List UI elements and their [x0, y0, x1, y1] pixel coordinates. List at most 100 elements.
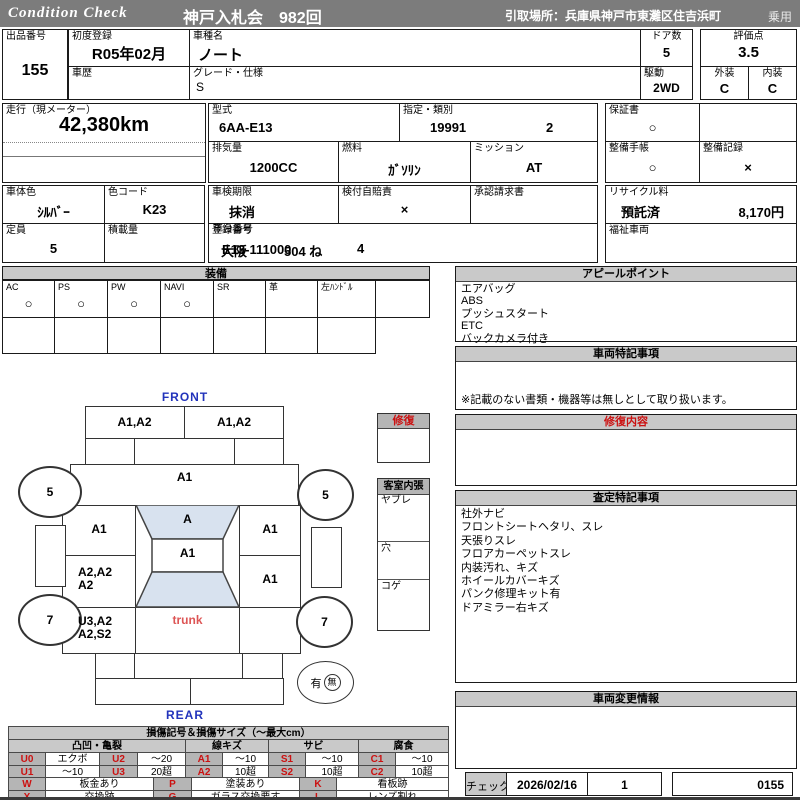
- assessment-item: 内装汚れ、キズ: [461, 561, 539, 574]
- divider: [54, 317, 55, 354]
- check-date: 2026/02/16: [516, 778, 578, 792]
- assessment-item: フロアカーペットスレ: [461, 548, 571, 561]
- drive-cell: 駆動 2WD: [640, 66, 693, 100]
- doors-value: 5: [662, 45, 671, 60]
- history-label: 車歴: [72, 68, 92, 79]
- insurance-cell: 検付自賠責 ×: [338, 185, 471, 224]
- equipment-label: NAVI: [164, 282, 185, 292]
- class-number-label: 指定・類別: [403, 105, 453, 116]
- cabin-row-label: ヤブレ: [381, 495, 411, 506]
- equipment-label: 左ﾊﾝﾄﾞﾙ: [321, 282, 353, 292]
- legend-group-corrosion: 腐食: [358, 739, 449, 753]
- mileage-cell: 走行（現メーター） 42,380km: [2, 103, 206, 183]
- payload-label: 積載量: [108, 225, 138, 236]
- cabin-interior-header: 客室内張: [378, 479, 429, 495]
- equipment-cell-sr: SR: [213, 280, 266, 318]
- equipment-cell-lhd: 左ﾊﾝﾄﾞﾙ: [317, 280, 376, 318]
- equipment-cell-ac: AC ○: [2, 280, 55, 318]
- equipment-label: PS: [58, 282, 71, 292]
- check-date-cell: 2026/02/16: [506, 772, 588, 796]
- legend-code: S1: [268, 752, 306, 766]
- divider: [107, 317, 108, 354]
- legend-code: U2: [99, 752, 138, 766]
- recycle-amount: 8,170円: [738, 205, 784, 220]
- diagram-front-label: FRONT: [161, 390, 209, 404]
- transmission-label: ミッション: [474, 143, 524, 154]
- capacity-label: 定員: [6, 225, 26, 236]
- first-registration-value: R05年02月: [91, 46, 167, 63]
- windshield-label: A: [183, 512, 192, 526]
- appeal-points-list: エアバッグ ABS プッシュスタート ETC バックカメラ付き: [461, 283, 792, 345]
- divider: [213, 317, 214, 354]
- equipment-empty-dividers: [2, 317, 376, 354]
- vehicle-notes-disclaimer: ※記載のない書類・機器等は無しとして取り扱います。: [461, 393, 733, 406]
- assessment-item: フロントシートヘタリ、スレ: [461, 521, 604, 534]
- warranty-label: 保証書: [609, 105, 639, 116]
- service-book-value: ○: [648, 160, 657, 175]
- service-book-label: 整備手帳: [609, 143, 649, 154]
- divider: [265, 317, 266, 354]
- approval-label: 承認請求書: [474, 187, 524, 198]
- cabin-row-burn: コゲ: [378, 579, 429, 630]
- equipment-label: SR: [217, 282, 230, 292]
- body-color-cell: 車体色 ｼﾙﾊﾞｰ: [2, 185, 105, 224]
- recycle-fee-label: リサイクル料: [609, 187, 669, 198]
- equipment-label: AC: [6, 282, 19, 292]
- check-label: チェック: [466, 781, 510, 793]
- left-front-label: A1: [91, 522, 107, 536]
- equipment-label: PW: [111, 282, 126, 292]
- rear-corner-right: [242, 653, 283, 679]
- warranty-cell: 保証書 ○: [605, 103, 700, 142]
- class-number-cell: 指定・類別 19991 2: [399, 103, 598, 142]
- inspection-label: 車検期限: [212, 187, 252, 198]
- color-code-value: K23: [142, 202, 167, 217]
- rear-corner-left: [95, 653, 135, 679]
- warranty-value: ○: [648, 120, 657, 135]
- recycle-fee-cell: リサイクル料 預託済 8,170円: [605, 185, 797, 224]
- equipment-value: ○: [24, 296, 33, 311]
- doors-cell: ドア数 5: [640, 29, 693, 67]
- legend-group-scratch: 線キズ: [185, 739, 269, 753]
- transmission-cell: ミッション AT: [470, 141, 598, 183]
- first-registration-label: 初度登録: [72, 31, 112, 42]
- service-record-value: ×: [744, 160, 752, 175]
- appeal-item: プッシュスタート: [461, 307, 549, 320]
- approval-cell: 承認請求書: [470, 185, 598, 224]
- equipment-label: 革: [269, 282, 279, 292]
- repair-mini-header: 修復: [378, 414, 429, 429]
- legend-code: K: [299, 777, 337, 791]
- vehicle-notes-header: 車両特記事項: [456, 347, 796, 362]
- appeal-item: バックカメラ付き: [461, 332, 549, 345]
- right-mid-label: A1: [262, 572, 278, 586]
- legend-code: P: [153, 777, 192, 791]
- inspection-value: 抹消: [229, 205, 256, 220]
- model-code-label: 型式: [212, 105, 232, 116]
- legend-value: ～20: [137, 752, 186, 766]
- auction-title: 神戸入札会 982回: [183, 10, 322, 27]
- interior-grade-label: 内装: [762, 68, 783, 79]
- fuel-cell: 燃料 ｶﾞｿﾘﾝ: [338, 141, 471, 183]
- spare-yes-label: 有: [310, 677, 322, 690]
- right-front-label: A1: [262, 522, 278, 536]
- insurance-label: 検付自賠責: [342, 187, 392, 198]
- left-rear-label: U3,A2 A2,S2: [78, 614, 113, 641]
- fuel-label: 燃料: [342, 143, 362, 154]
- equipment-value: ○: [183, 296, 191, 311]
- change-info-box: 車両変更情報: [455, 691, 797, 769]
- model-name-cell: 車種名 ノート: [189, 29, 641, 67]
- check-label-cell: チェック: [465, 772, 510, 796]
- legend-value: 看板跡: [336, 777, 449, 791]
- appeal-item: エアバッグ: [461, 283, 516, 295]
- spare-tire-indicator: 有 無: [297, 661, 354, 704]
- trunk-label: trunk: [172, 613, 203, 627]
- doors-label: ドア数: [651, 31, 682, 42]
- score-value: 3.5: [738, 44, 759, 61]
- cabin-row-hole: 穴: [378, 541, 429, 580]
- divider: [317, 317, 318, 354]
- assessment-notes-list: 社外ナビ フロントシートヘタリ、スレ 天張りスレ フロアカーペットスレ 内装汚れ…: [461, 508, 792, 615]
- assessment-item: 社外ナビ: [461, 508, 505, 520]
- drive-label: 駆動: [644, 68, 664, 79]
- title-bar: Condition Check 神戸入札会 982回 引取場所：兵庫県神戸市東灘…: [0, 0, 800, 27]
- legend-code: U0: [8, 752, 46, 766]
- assessment-item: パンク修理キット有: [461, 588, 561, 601]
